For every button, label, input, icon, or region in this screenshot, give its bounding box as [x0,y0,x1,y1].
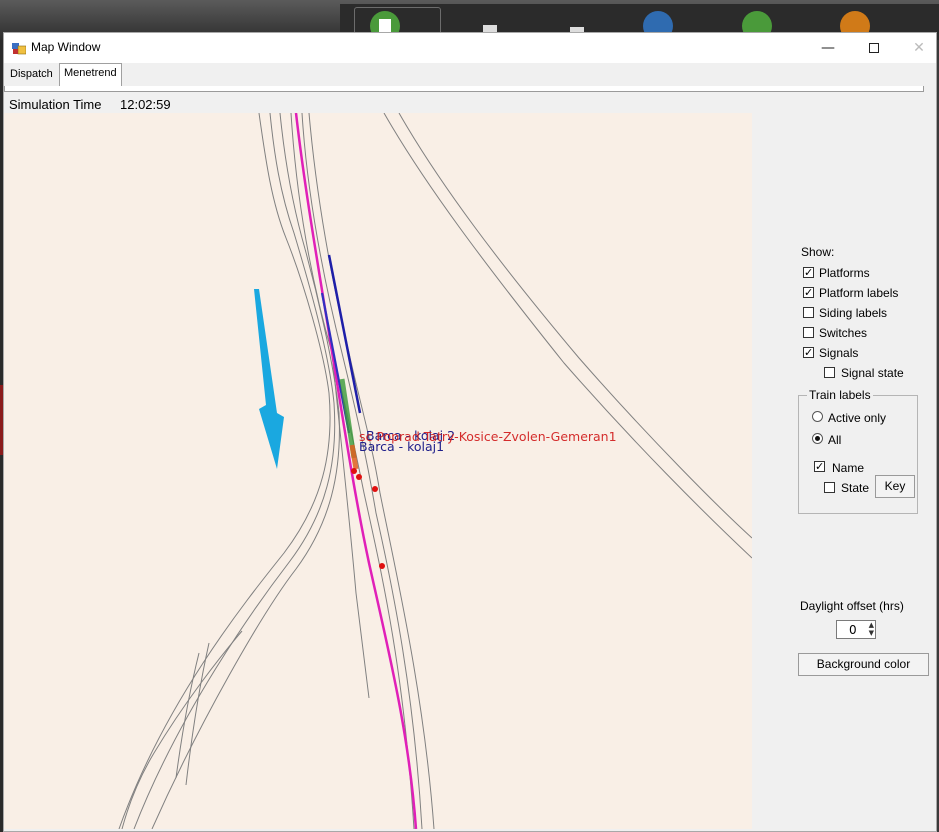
signals-label: Signals [819,346,859,360]
title-bar: Map Window — ✕ [4,33,936,63]
track [121,630,243,829]
track [118,113,331,829]
name-checkbox[interactable]: ✓ [814,461,825,472]
tab-dispatch[interactable]: Dispatch [6,65,57,85]
daylight-offset-value: 0 [849,623,857,637]
siding-labels-checkbox[interactable] [803,307,814,318]
platform-labels-checkbox[interactable]: ✓ [803,287,814,298]
signal [351,468,357,474]
background-color-button[interactable]: Background color [798,653,929,676]
track [133,113,336,829]
window-title: Map Window [31,40,101,54]
active-only-label: Active only [828,411,887,425]
all-label: All [828,433,842,447]
signals-checkbox[interactable]: ✓ [803,347,814,358]
state-checkbox[interactable] [824,482,835,493]
train-labels-title: Train labels [807,388,873,402]
sim-time-value: 12:02:59 [120,97,171,112]
state-label: State [841,481,870,495]
maximize-button[interactable] [851,33,897,63]
track [301,113,423,829]
track [331,352,370,699]
track [308,113,435,829]
name-label: Name [832,461,865,475]
sim-time-label: Simulation Time [9,97,102,112]
map-window: Map Window — ✕ Dispatch Menetrend Simula… [3,32,937,832]
signal [356,474,362,480]
track [398,113,752,539]
signal-state-label: Signal state [841,366,904,380]
track [383,113,752,559]
all-radio[interactable] [812,433,823,444]
map-canvas[interactable]: Barca - kolaj 2 sc Poprad Tatry-Kosice-Z… [4,113,752,829]
stepper-arrows-icon[interactable]: ▲ ▼ [869,621,874,637]
signal [372,486,378,492]
train-tail [349,444,359,470]
minimize-button[interactable]: — [805,33,851,63]
switches-label: Switches [819,326,868,340]
daylight-offset-label: Daylight offset (hrs) [800,599,904,613]
platforms-checkbox[interactable]: ✓ [803,267,814,278]
platforms-label: Platforms [819,266,870,280]
platform-labels-label: Platform labels [819,286,899,300]
signal-state-checkbox[interactable] [824,367,835,378]
show-heading: Show: [801,245,835,259]
siding-labels-label: Siding labels [819,306,888,320]
platform-label-kolaj-1: Barca - kolaj1 [359,439,444,454]
arrow-annotation [254,289,284,469]
tab-menetrend[interactable]: Menetrend [59,63,122,87]
daylight-offset-stepper[interactable]: 0 ▲ ▼ [836,620,876,639]
active-only-radio[interactable] [812,411,823,422]
switches-checkbox[interactable] [803,327,814,338]
signal [379,563,385,569]
close-button[interactable]: ✕ [896,33,939,63]
app-icon [12,43,26,55]
key-button[interactable]: Key [875,475,915,498]
tab-content-border [4,86,924,92]
